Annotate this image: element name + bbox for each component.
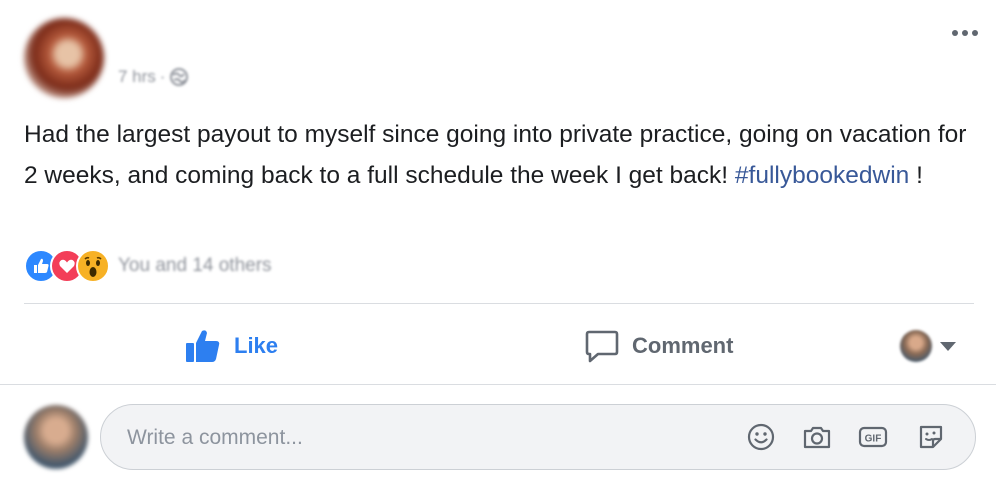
post-meta: 7 hrs ·: [118, 66, 189, 88]
post-text: Had the largest payout to myself since g…: [24, 114, 974, 196]
thumbs-up-icon: [186, 330, 220, 362]
comment-label: Comment: [632, 333, 734, 358]
more-icon[interactable]: [948, 22, 982, 44]
gif-icon[interactable]: GIF: [857, 421, 889, 453]
reactions-bar[interactable]: You and 14 others: [24, 248, 272, 284]
feed-post: 7 hrs · Had the largest payout to myself…: [0, 0, 996, 490]
post-body-end: !: [909, 162, 923, 189]
comment-icon: [585, 330, 619, 363]
divider: [24, 303, 974, 304]
comment-composer: GIF: [100, 404, 976, 470]
comment-button[interactable]: Comment: [584, 318, 733, 374]
svg-text:GIF: GIF: [865, 434, 882, 445]
post-timestamp[interactable]: 7 hrs: [118, 67, 156, 87]
like-label: Like: [234, 333, 279, 358]
commenter-avatar: [24, 405, 88, 469]
audience-selector[interactable]: [900, 328, 956, 364]
like-button[interactable]: Like: [184, 318, 278, 374]
chevron-down-icon: [940, 341, 956, 351]
reaction-summary[interactable]: You and 14 others: [118, 255, 272, 277]
globe-icon[interactable]: [169, 67, 189, 87]
author-avatar[interactable]: [24, 18, 104, 98]
emoji-icon[interactable]: [745, 421, 777, 453]
hashtag-link[interactable]: #fullybookedwin: [735, 162, 909, 189]
viewer-avatar: [900, 330, 932, 362]
camera-icon[interactable]: [801, 421, 833, 453]
wow-icon: [76, 249, 110, 283]
divider: [0, 384, 996, 385]
meta-separator: ·: [159, 67, 166, 86]
comment-input[interactable]: [125, 405, 729, 470]
sticker-icon[interactable]: [915, 421, 947, 453]
